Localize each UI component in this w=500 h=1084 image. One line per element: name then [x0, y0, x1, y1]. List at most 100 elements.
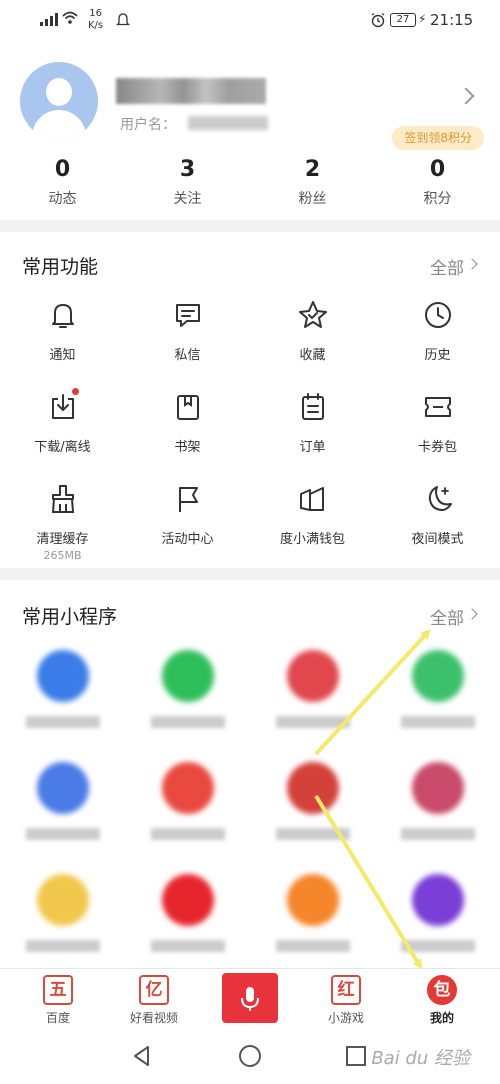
see-all-link[interactable]: 全部 — [430, 604, 464, 629]
func-wallet[interactable]: 度小满钱包 — [250, 482, 375, 552]
tab-baidu[interactable]: 五 百度 — [8, 969, 108, 1031]
system-nav-bar: Bai du 经验 — [0, 1030, 500, 1084]
watermark: Bai du 经验 — [371, 1048, 470, 1069]
mini-programs-section: 常用小程序 全部 — [0, 580, 500, 968]
mini-program-icon — [37, 874, 89, 926]
func-activity-center[interactable]: 活动中心 — [125, 482, 250, 552]
mini-program-icon — [287, 650, 339, 702]
profile-chevron-icon[interactable] — [457, 87, 475, 105]
broom-icon — [51, 485, 74, 513]
wallet-icon — [299, 487, 324, 511]
mini-program-item[interactable] — [375, 650, 500, 750]
username-value-blurred — [188, 116, 268, 130]
func-orders[interactable]: 订单 — [250, 390, 375, 460]
flag-icon — [178, 487, 198, 512]
stat-followers[interactable]: 2 粉丝 — [250, 156, 375, 208]
func-night-mode[interactable]: 夜间模式 — [375, 482, 500, 552]
bell-icon — [51, 304, 74, 328]
order-icon — [301, 393, 324, 420]
mini-program-item[interactable] — [125, 650, 250, 750]
message-icon — [175, 304, 200, 327]
func-bookshelf[interactable]: 书架 — [125, 390, 250, 460]
battery-icon: 27 — [390, 13, 416, 27]
mini-program-item[interactable] — [0, 762, 125, 862]
mini-program-icon — [412, 874, 464, 926]
func-notification[interactable]: 通知 — [0, 298, 125, 368]
func-messages[interactable]: 私信 — [125, 298, 250, 368]
stat-points[interactable]: 0 积分 — [375, 156, 500, 208]
mini-program-label-blurred — [151, 716, 225, 728]
net-speed: 16 K/s — [88, 8, 104, 31]
mini-program-label-blurred — [26, 940, 100, 952]
mini-program-item[interactable] — [125, 874, 250, 974]
checkin-badge[interactable]: 签到领8积分 — [392, 126, 484, 150]
section-title: 常用功能 — [22, 256, 99, 278]
username-blurred — [116, 78, 266, 104]
bottom-tab-bar: 五 百度 亿 好看视频 红 小游戏 包 我的 — [0, 968, 500, 1030]
stat-posts[interactable]: 0 动态 — [0, 156, 125, 208]
stats-row: 0 动态 3 关注 2 粉丝 0 积分 — [0, 156, 500, 208]
section-title: 常用小程序 — [22, 606, 118, 628]
mini-program-icon — [162, 762, 214, 814]
stat-following[interactable]: 3 关注 — [125, 156, 250, 208]
func-favorites[interactable]: 收藏 — [250, 298, 375, 368]
mini-program-icon — [412, 650, 464, 702]
mini-program-item[interactable] — [375, 762, 500, 862]
clock-time: 21:15 — [430, 11, 474, 29]
microphone-icon — [241, 987, 259, 1011]
mini-program-item[interactable] — [0, 874, 125, 974]
signal-icon — [40, 12, 58, 26]
voice-search-button[interactable] — [222, 973, 278, 1023]
star-icon — [298, 301, 327, 328]
download-icon — [51, 394, 74, 419]
mini-program-icon — [37, 650, 89, 702]
tab-haokan-video[interactable]: 亿 好看视频 — [104, 969, 204, 1031]
func-clear-cache[interactable]: 清理缓存 265MB — [0, 482, 125, 562]
mini-program-label-blurred — [401, 940, 475, 952]
func-history[interactable]: 历史 — [375, 298, 500, 368]
see-all-chevron-icon[interactable] — [466, 608, 478, 620]
profile-card[interactable]: 用户名： 签到领8积分 0 动态 3 关注 2 粉丝 0 积分 — [0, 44, 500, 220]
tab-mine[interactable]: 包 我的 — [392, 969, 492, 1031]
alarm-icon — [371, 12, 385, 28]
mini-program-label-blurred — [26, 716, 100, 728]
mini-program-item[interactable] — [0, 650, 125, 750]
notification-icon — [116, 13, 130, 26]
mini-program-icon — [412, 762, 464, 814]
mini-program-item[interactable] — [250, 874, 375, 974]
home-icon[interactable] — [238, 1044, 262, 1068]
clock-icon — [424, 302, 451, 328]
games-tab-icon: 红 — [331, 975, 361, 1005]
mini-program-item[interactable] — [250, 762, 375, 862]
mini-program-icon — [37, 762, 89, 814]
mini-program-label-blurred — [276, 940, 350, 952]
mini-program-item[interactable] — [250, 650, 375, 750]
new-badge-dot — [72, 388, 79, 395]
see-all-chevron-icon[interactable] — [466, 258, 478, 270]
mine-tab-icon: 包 — [427, 975, 457, 1005]
tab-mini-games[interactable]: 红 小游戏 — [296, 969, 396, 1031]
common-functions-section: 常用功能 全部 通知 私信 收藏 历史 下载/离线 书架 订单 卡券包 清理缓存… — [0, 232, 500, 568]
username-label: 用户名： — [120, 117, 176, 133]
mini-program-icon — [287, 874, 339, 926]
coupon-icon — [424, 397, 451, 417]
mini-program-label-blurred — [276, 716, 350, 728]
status-bar: 16 K/s 27 ⚡ 21:15 — [0, 0, 500, 44]
func-downloads[interactable]: 下载/离线 — [0, 388, 125, 460]
back-icon[interactable] — [130, 1044, 154, 1068]
mini-program-item[interactable] — [375, 874, 500, 974]
wifi-icon — [62, 11, 78, 24]
mini-program-label-blurred — [151, 940, 225, 952]
mini-program-label-blurred — [151, 828, 225, 840]
mini-program-item[interactable] — [125, 762, 250, 862]
mini-program-label-blurred — [276, 828, 350, 840]
video-tab-icon: 亿 — [139, 975, 169, 1005]
mini-program-icon — [162, 650, 214, 702]
avatar[interactable] — [20, 62, 98, 140]
see-all-link[interactable]: 全部 — [430, 254, 464, 279]
recents-icon[interactable] — [344, 1044, 368, 1068]
cache-size: 265MB — [43, 549, 82, 562]
moon-icon — [428, 486, 452, 511]
baidu-tab-icon: 五 — [43, 975, 73, 1005]
func-coupons[interactable]: 卡券包 — [375, 390, 500, 460]
